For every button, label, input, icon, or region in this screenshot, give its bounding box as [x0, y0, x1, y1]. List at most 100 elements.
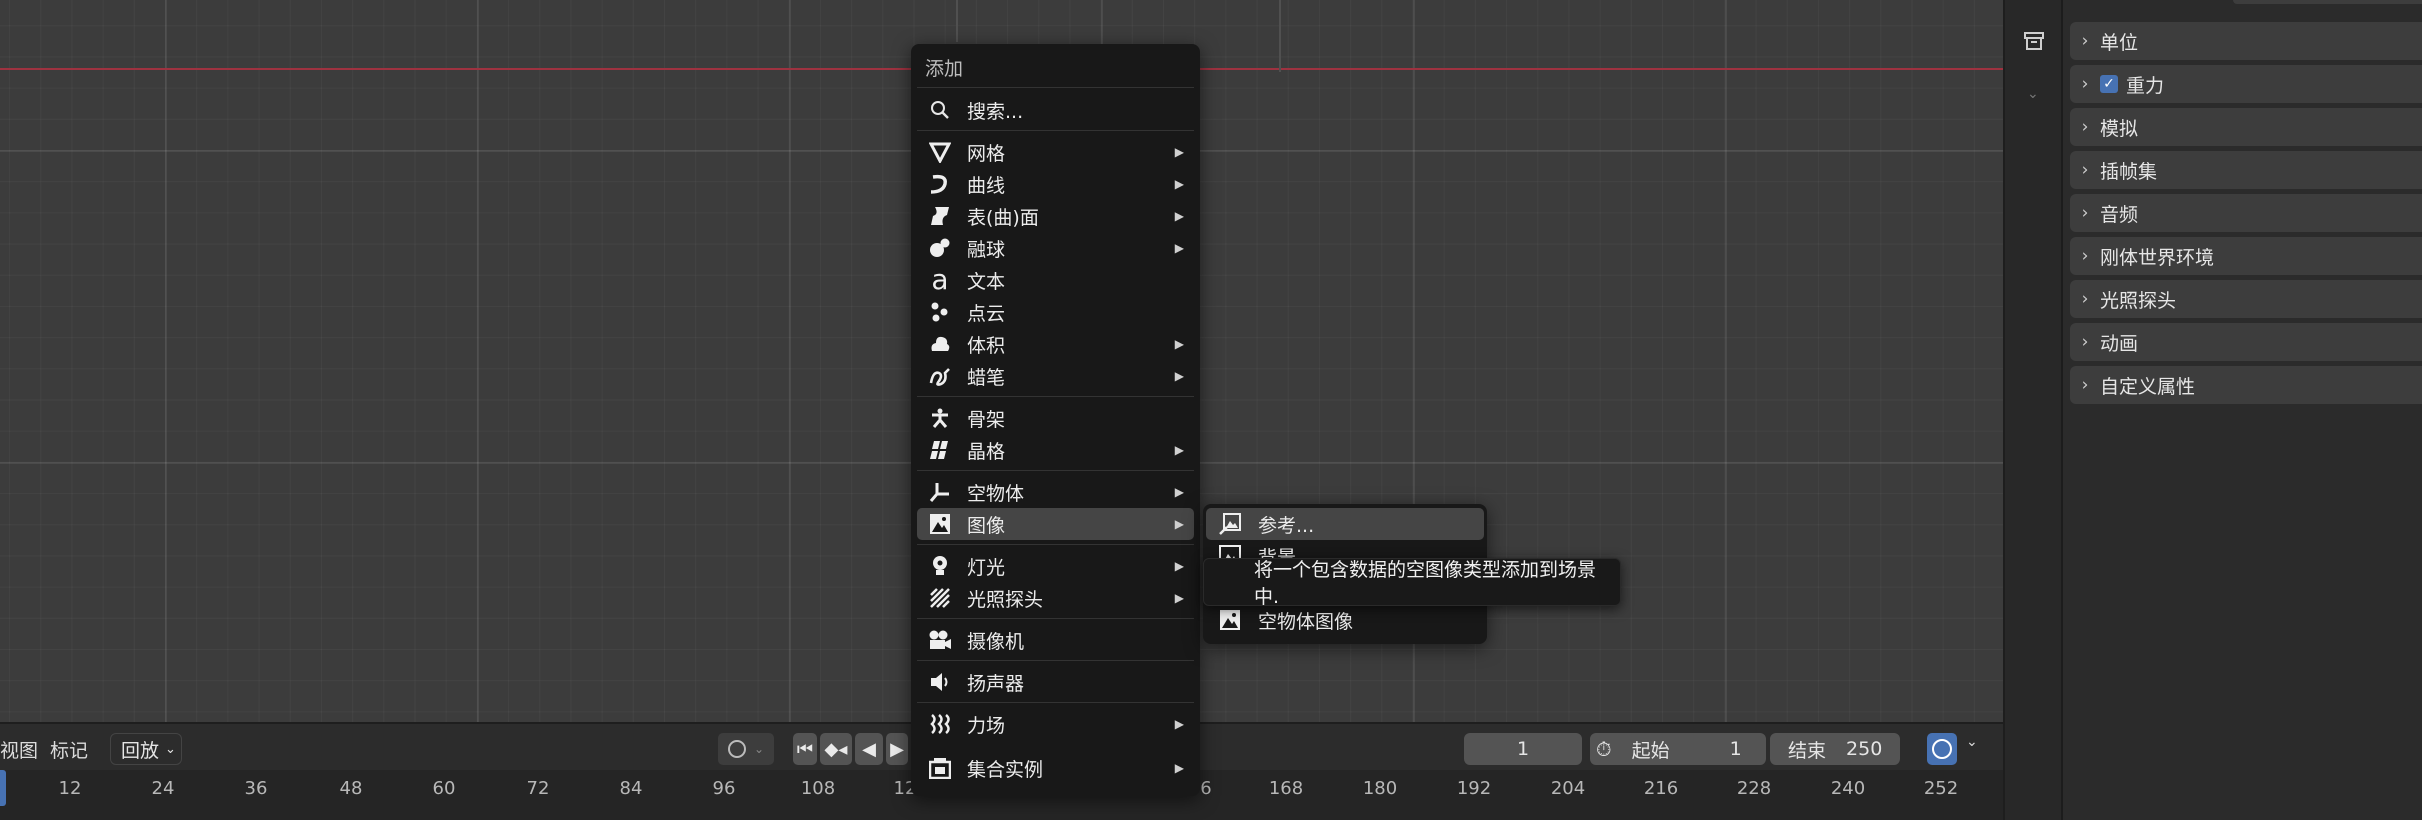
timeline-marker-menu[interactable]: 标记	[50, 736, 88, 763]
archive-icon[interactable]	[2023, 30, 2045, 52]
speaker-icon	[925, 671, 955, 693]
panel-animation[interactable]: › 动画	[2070, 323, 2422, 361]
menu-item-pointcloud[interactable]: 点云	[917, 296, 1194, 328]
menu-item-label: 表(曲)面	[967, 206, 1039, 229]
chevron-down-icon[interactable]: ⌄	[2027, 86, 2039, 102]
menu-item-label: 曲线	[967, 174, 1006, 197]
frame-end-label: 结束	[1788, 739, 1827, 762]
frame-start-value: 1	[1729, 738, 1742, 760]
menu-item-speaker[interactable]: 扬声器	[917, 666, 1194, 698]
sync-mode-button[interactable]	[1927, 733, 1957, 765]
play-button[interactable]: ▶	[886, 733, 908, 765]
pointcloud-icon	[925, 301, 955, 323]
menu-item-label: 骨架	[967, 408, 1006, 431]
frame-tick: 192	[1456, 778, 1492, 799]
menu-title: 添加	[925, 58, 964, 80]
menu-item-empty[interactable]: 空物体 ▶	[917, 476, 1194, 508]
keyframe-jump-icon: ◆◂	[824, 738, 848, 760]
frame-tick: 228	[1736, 778, 1772, 799]
chevron-right-icon: ›	[2081, 117, 2089, 137]
frame-start-label: 起始	[1631, 739, 1670, 762]
frame-tick: 240	[1830, 778, 1866, 799]
search-icon	[925, 99, 955, 121]
timeline-view-menu[interactable]: 视图	[0, 736, 38, 763]
menu-item-text[interactable]: a 文本	[917, 264, 1194, 296]
menu-separator	[917, 702, 1194, 703]
submenu-item-label: 空物体图像	[1258, 610, 1354, 633]
chevron-right-icon: ›	[2081, 375, 2089, 395]
menu-item-search[interactable]: 搜索...	[917, 94, 1194, 126]
menu-item-light[interactable]: 灯光 ▶	[917, 550, 1194, 582]
panel-custom-properties[interactable]: › 自定义属性	[2070, 366, 2422, 404]
prev-keyframe-button[interactable]: ◆◂	[820, 733, 852, 765]
menu-item-image[interactable]: 图像 ▶	[917, 508, 1194, 540]
menu-item-label: 光照探头	[967, 588, 1044, 611]
tooltip: 将一个包含数据的空图像类型添加到场景中.	[1203, 558, 1621, 608]
metaball-icon	[925, 237, 955, 259]
menu-item-collection-instance[interactable]: 集合实例 ▶	[917, 752, 1194, 784]
playback-dropdown[interactable]: 回放 ⌄	[110, 733, 182, 765]
chevron-down-icon[interactable]: ⌄	[1966, 734, 1978, 750]
submenu-arrow-icon: ▶	[1174, 591, 1184, 605]
play-reverse-icon: ◀	[862, 738, 876, 760]
submenu-item-reference[interactable]: 参考...	[1206, 508, 1484, 540]
menu-item-surface[interactable]: 表(曲)面 ▶	[917, 200, 1194, 232]
lattice-icon	[925, 439, 955, 461]
menu-item-curve[interactable]: 曲线 ▶	[917, 168, 1194, 200]
menu-item-volume[interactable]: 体积 ▶	[917, 328, 1194, 360]
frame-tick: 48	[339, 778, 363, 799]
submenu-arrow-icon: ▶	[1174, 717, 1184, 731]
frame-end-value: 250	[1846, 738, 1883, 760]
text-icon: a	[931, 263, 949, 296]
submenu-arrow-icon: ▶	[1174, 517, 1184, 531]
menu-item-grease-pencil[interactable]: 蜡笔 ▶	[917, 360, 1194, 392]
current-frame-field[interactable]: 1	[1464, 733, 1582, 765]
panel-units[interactable]: › 单位	[2070, 22, 2422, 60]
chevron-down-icon: ⌄	[165, 741, 176, 757]
viewport-divider	[956, 0, 958, 42]
menu-item-mesh[interactable]: 网格 ▶	[917, 136, 1194, 168]
gravity-checkbox[interactable]: ✓	[2100, 75, 2118, 93]
panel-label: 光照探头	[2100, 289, 2177, 312]
panel-gravity[interactable]: › ✓ 重力	[2070, 65, 2422, 103]
menu-separator	[917, 660, 1194, 661]
image-icon	[925, 513, 955, 535]
panel-simulation[interactable]: › 模拟	[2070, 108, 2422, 146]
playhead[interactable]	[0, 770, 6, 806]
chevron-right-icon: ›	[2081, 332, 2089, 352]
menu-item-label: 摄像机	[967, 630, 1025, 653]
panel-label: 刚体世界环境	[2100, 246, 2215, 269]
frame-tick: 168	[1268, 778, 1304, 799]
menu-item-label: 点云	[967, 302, 1006, 325]
frame-start-field[interactable]: ⏱ 起始 1	[1590, 733, 1766, 765]
forcefield-icon	[925, 713, 955, 735]
jump-start-button[interactable]: ⏮	[793, 733, 817, 765]
menu-item-armature[interactable]: 骨架	[917, 402, 1194, 434]
menu-item-label: 灯光	[967, 556, 1006, 579]
menu-item-camera[interactable]: 摄像机	[917, 624, 1194, 656]
panel-rigid-body-world[interactable]: › 刚体世界环境	[2070, 237, 2422, 275]
playback-label: 回放	[121, 739, 160, 762]
panel-keying-sets[interactable]: › 插帧集	[2070, 151, 2422, 189]
auto-keying-button[interactable]: ⌄	[718, 733, 774, 765]
chevron-right-icon: ›	[2081, 289, 2089, 309]
play-reverse-button[interactable]: ◀	[855, 733, 883, 765]
panel-top-stub	[2233, 0, 2422, 4]
frame-tick: 84	[619, 778, 643, 799]
frame-tick: 204	[1550, 778, 1586, 799]
menu-separator	[917, 544, 1194, 545]
submenu-arrow-icon: ▶	[1174, 443, 1184, 457]
panel-label: 音频	[2100, 203, 2139, 226]
menu-item-forcefield[interactable]: 力场 ▶	[917, 708, 1194, 740]
properties-panel: › 单位 › ✓ 重力 › 模拟 › 插帧集 › 音频 › 刚体世界环境 › 光…	[2061, 0, 2422, 820]
panel-light-probes[interactable]: › 光照探头	[2070, 280, 2422, 318]
frame-end-field[interactable]: 结束 250	[1770, 733, 1900, 765]
submenu-arrow-icon: ▶	[1174, 761, 1184, 775]
menu-item-label: 空物体	[967, 482, 1025, 505]
menu-item-lightprobe[interactable]: 光照探头 ▶	[917, 582, 1194, 614]
panel-audio[interactable]: › 音频	[2070, 194, 2422, 232]
image-empty-icon	[1216, 609, 1244, 631]
menu-item-metaball[interactable]: 融球 ▶	[917, 232, 1194, 264]
menu-item-lattice[interactable]: 晶格 ▶	[917, 434, 1194, 466]
panel-label: 动画	[2100, 332, 2139, 355]
